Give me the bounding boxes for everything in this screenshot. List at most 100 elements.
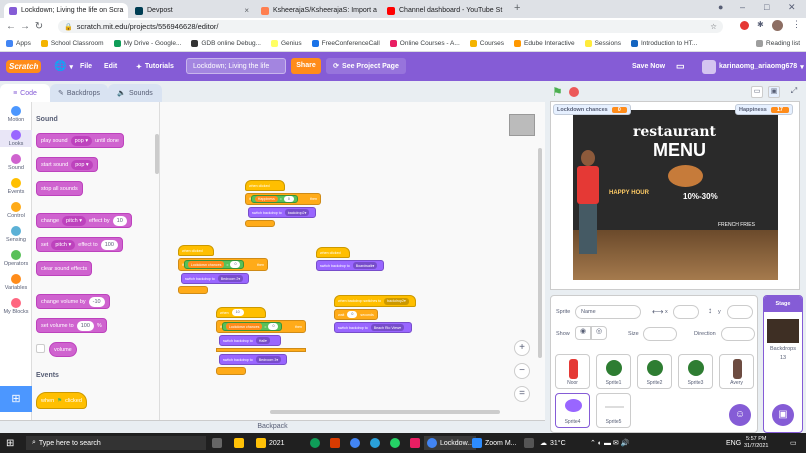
browser-tab[interactable]: Channel dashboard - YouTube St× <box>382 3 506 18</box>
account-menu[interactable]: karinaomg_ariaomg678 ▾ <box>702 52 804 81</box>
when-backdrop-switches-block[interactable]: when backdrop switches to backdrop2 ▾ <box>334 295 416 307</box>
effect-by-input[interactable]: 10 <box>112 215 127 226</box>
large-stage-button[interactable]: ▣ <box>768 86 780 98</box>
bookmark-item[interactable]: Online Courses - A... <box>389 39 460 47</box>
new-tab-button[interactable]: + <box>514 2 520 14</box>
reading-list-button[interactable]: Reading list <box>756 39 800 47</box>
profile-avatar[interactable] <box>772 20 783 31</box>
stage-selector[interactable]: Stage Backdrops 13 ▣ <box>763 295 803 433</box>
chrome-window[interactable]: Lockdow... <box>424 436 477 450</box>
change-volume-input[interactable]: -10 <box>88 296 105 307</box>
category-sound[interactable]: Sound <box>0 154 32 171</box>
sprite-tile[interactable]: Sprite5 <box>596 393 631 428</box>
app-icon[interactable] <box>410 436 420 450</box>
volume-reporter[interactable]: volume <box>49 342 77 357</box>
switch-backdrop-block[interactable]: switch backdrop to Bedroom 3 ▾ <box>219 354 287 365</box>
equals-input[interactable]: 0 <box>230 261 241 268</box>
backpack-bar[interactable]: Backpack <box>0 420 545 433</box>
menu-icon[interactable]: ⋮ <box>792 19 801 30</box>
puzzle-icon[interactable]: ✱ <box>757 20 764 29</box>
tab-code[interactable]: ≡ Code <box>0 84 50 102</box>
windows-start-icon[interactable]: ⊞ <box>6 436 14 450</box>
sprite-tile[interactable]: Avery <box>719 354 754 389</box>
category-motion[interactable]: Motion <box>0 106 32 123</box>
tab-backdrops[interactable]: ✎ Backdrops <box>50 84 108 102</box>
bookmark-star-icon[interactable]: ☆ <box>710 22 717 31</box>
browser-tab[interactable]: Devpost × <box>130 3 254 18</box>
add-backdrop-button[interactable]: ▣ <box>772 404 794 426</box>
category-my-blocks[interactable]: My Blocks <box>0 298 32 315</box>
bookmark-item[interactable]: Edube Interactive <box>513 39 575 47</box>
stage-canvas[interactable]: restaurant MENU HAPPY HOUR 10%-30% FRENC… <box>550 101 800 290</box>
direction-input[interactable] <box>721 327 755 341</box>
sprite-name-input[interactable]: Name <box>575 305 641 319</box>
language-indicator[interactable]: ENG <box>726 436 741 450</box>
clear-sound-effects-block[interactable]: clear sound effects <box>36 261 93 276</box>
variable-reporter[interactable]: Lockdown chances <box>187 261 225 268</box>
code-block[interactable]: when clicked <box>245 180 285 191</box>
equals-block[interactable]: Happiness = 0 <box>250 195 298 203</box>
extension-icon[interactable] <box>740 21 749 30</box>
back-icon[interactable]: ← <box>4 21 18 32</box>
sprite-tile[interactable]: Noor <box>555 354 590 389</box>
switch-backdrop-block[interactable]: switch backdrop to Bedroom 2 ▾ <box>181 273 249 284</box>
small-stage-button[interactable]: ▭ <box>751 86 763 98</box>
play-sound-block[interactable]: play sound pop ▾ until done <box>36 133 124 148</box>
media-icon[interactable]: ● <box>718 2 723 12</box>
size-input[interactable] <box>643 327 677 341</box>
bookmark-item[interactable]: Apps <box>6 39 31 47</box>
system-tray-icons[interactable]: ⌃ ◐ ▬ ✉ 🔊 <box>590 436 629 450</box>
browser-tab[interactable]: Lockdown; Living the life on Scra× <box>4 3 128 18</box>
code-block[interactable]: when clicked <box>316 247 350 258</box>
my-stuff-icon[interactable]: ▭ <box>676 52 685 81</box>
when-flag-clicked-block[interactable]: when ⚑ clicked <box>36 392 87 409</box>
wait-block[interactable]: wait 0 seconds <box>334 309 378 320</box>
stop-all-sounds-block[interactable]: stop all sounds <box>36 181 83 196</box>
reload-icon[interactable]: ↻ <box>32 21 46 32</box>
sprite-tile[interactable]: Sprite4 <box>555 393 590 428</box>
if-block[interactable]: if Happiness = 0 then <box>245 193 321 205</box>
set-volume-block[interactable]: set volume to 100% <box>36 318 107 333</box>
variable-reporter[interactable]: Happiness <box>254 196 278 202</box>
backdrop-dropdown[interactable]: Hall ▾ <box>255 337 270 344</box>
equals-block[interactable]: Lockdown chances = 0 <box>221 322 283 331</box>
edge-icon[interactable] <box>310 436 320 450</box>
switch-backdrop-block[interactable]: switch backdrop to backdrop2 ▾ <box>248 207 316 218</box>
wait-input[interactable]: 0 <box>347 311 358 318</box>
zoom-out-button[interactable]: − <box>514 363 530 379</box>
add-extension-button[interactable]: ⊞ <box>0 386 32 412</box>
weather-widget[interactable]: ☁ 31°C <box>540 436 566 450</box>
tab-sounds[interactable]: 🔈 Sounds <box>108 84 162 102</box>
close-icon[interactable]: × <box>244 6 249 15</box>
green-flag-button[interactable]: ⚑ <box>552 85 563 99</box>
tutorials-menu[interactable]: ✦ Tutorials <box>136 52 174 81</box>
file-menu[interactable]: File <box>80 52 92 81</box>
start-sound-block[interactable]: start sound pop ▾ <box>36 157 98 172</box>
zoom-in-button[interactable]: + <box>514 340 530 356</box>
backdrop-dropdown[interactable]: backdrop2 ▾ <box>284 209 310 216</box>
category-sensing[interactable]: Sensing <box>0 226 32 243</box>
add-sprite-button[interactable]: ☺ <box>729 404 751 426</box>
change-effect-block[interactable]: change pitch ▾ effect by 10 <box>36 213 132 228</box>
close-icon[interactable]: × <box>127 6 128 15</box>
backdrop-dropdown[interactable]: Bedroom 3 ▾ <box>255 356 282 363</box>
show-visible-icon[interactable]: ◉ <box>575 326 591 340</box>
category-events[interactable]: Events <box>0 178 32 195</box>
x-input[interactable] <box>673 305 699 319</box>
zoom-reset-button[interactable]: = <box>514 386 530 402</box>
backdrop-dropdown[interactable]: Beach Rio View ▾ <box>370 324 404 331</box>
zoom-window[interactable]: Zoom M... <box>472 436 517 450</box>
volume-checkbox[interactable] <box>36 344 45 353</box>
url-input[interactable]: 🔒 scratch.mit.edu/projects/556946628/edi… <box>58 20 723 33</box>
y-input[interactable] <box>727 305 753 319</box>
category-looks[interactable]: Looks <box>0 130 32 147</box>
equals-block[interactable]: Lockdown chances = 0 <box>183 260 245 269</box>
scratch-logo[interactable]: Scratch <box>6 52 42 81</box>
if-block[interactable]: if Lockdown chances = 0 then <box>216 320 306 333</box>
forward-icon[interactable]: → <box>18 21 32 32</box>
fullscreen-icon[interactable]: ⤢ <box>788 86 800 98</box>
effect-to-input[interactable]: 100 <box>100 239 118 250</box>
variable-monitor[interactable]: Lockdown chances 0 <box>553 104 631 115</box>
office-icon[interactable] <box>330 436 340 450</box>
whatsapp-icon[interactable] <box>390 436 400 450</box>
